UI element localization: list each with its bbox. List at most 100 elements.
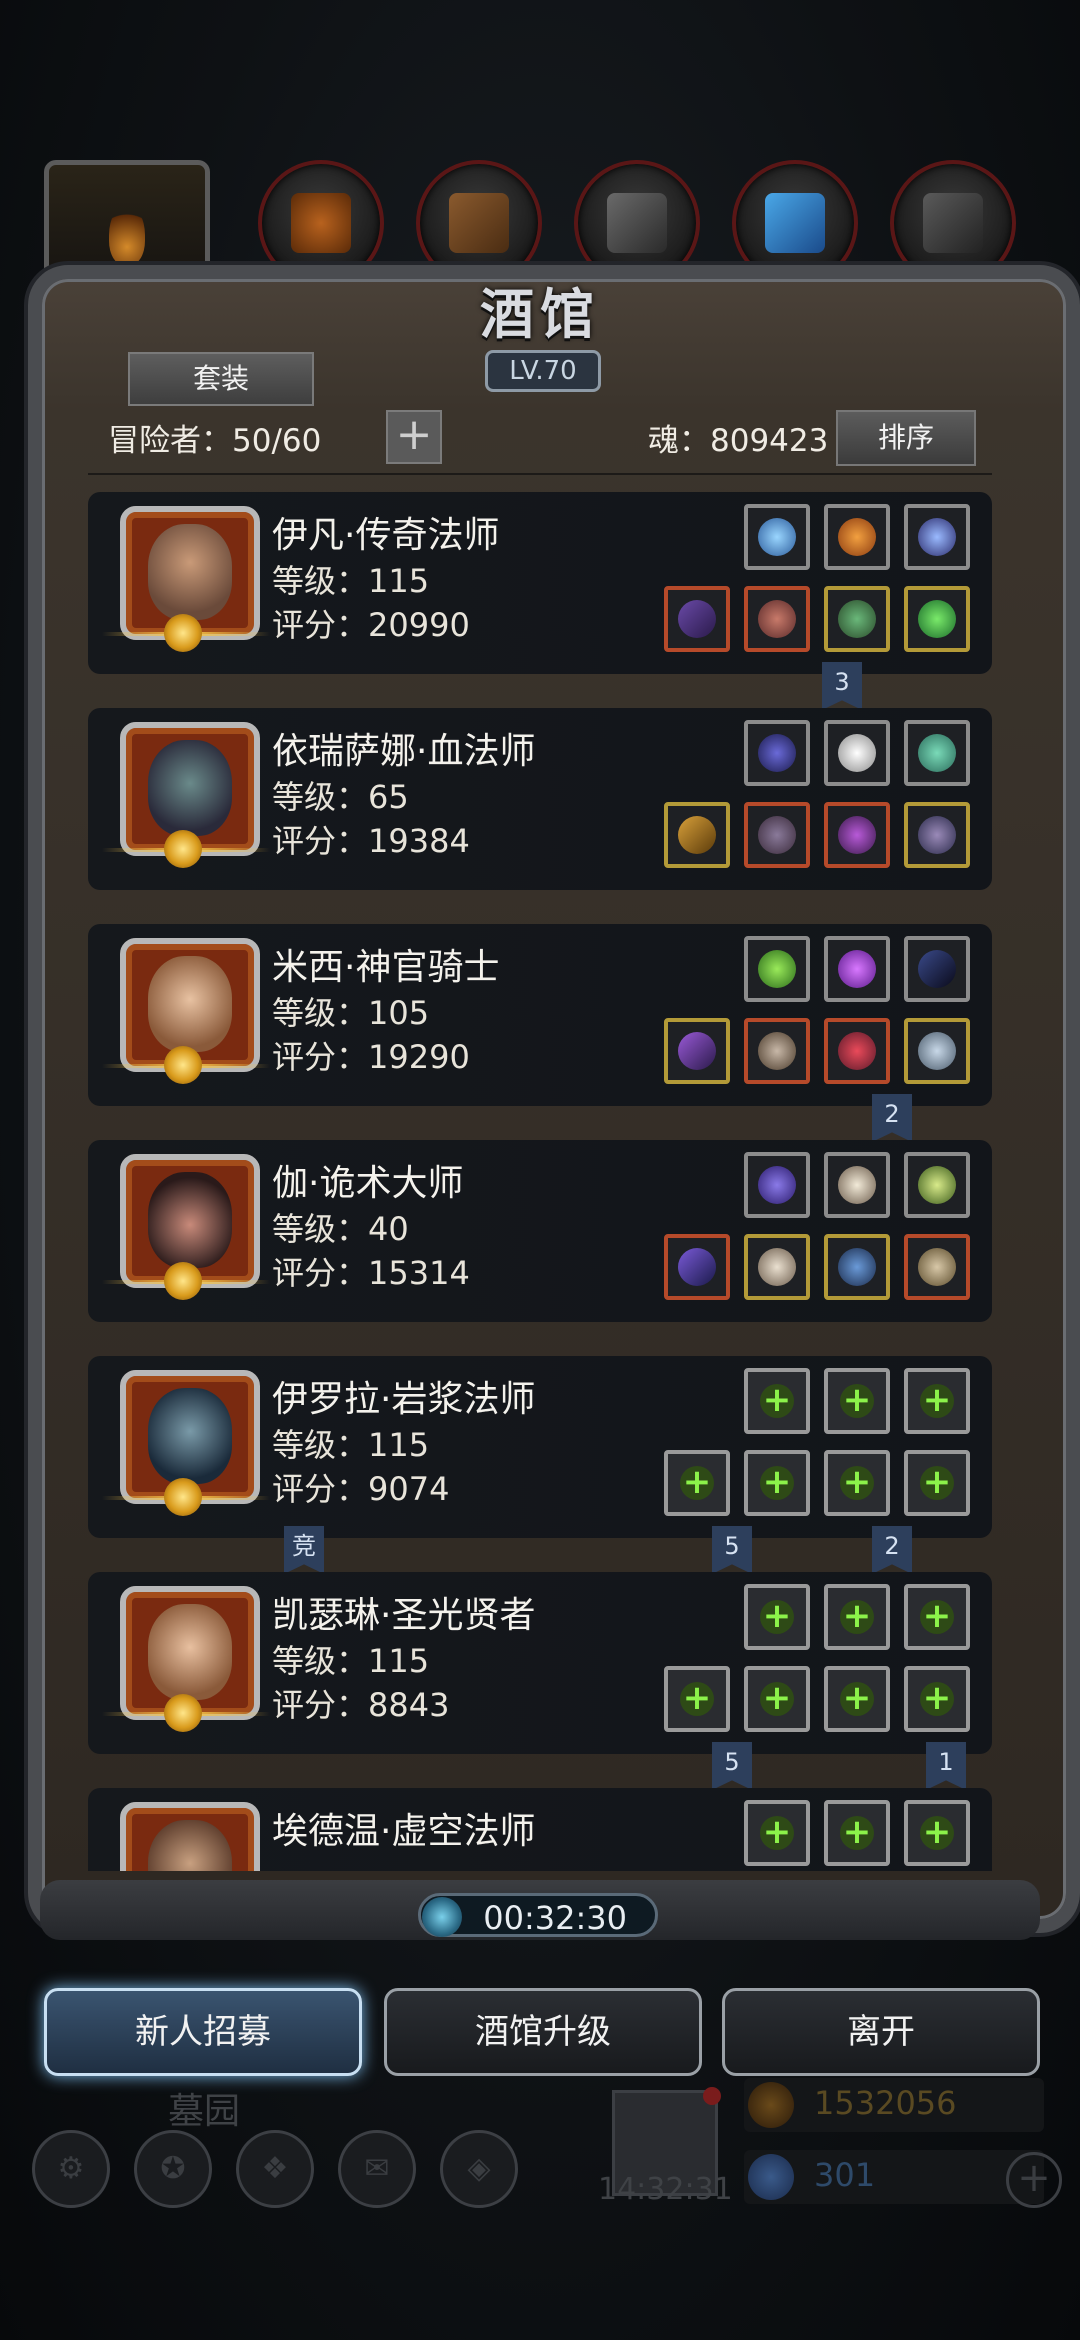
hero-card[interactable]: 埃德温·虚空法师 + + + xyxy=(88,1788,992,1871)
timer-icon xyxy=(422,1897,462,1937)
equipment-slot[interactable] xyxy=(904,936,970,1002)
hero-name: 埃德温·虚空法师 xyxy=(272,1811,536,1852)
equipment-slot[interactable] xyxy=(904,720,970,786)
medal-icon xyxy=(164,1046,202,1084)
hero-score: 评分：15314 xyxy=(272,1254,470,1292)
equipment-slot[interactable] xyxy=(824,936,890,1002)
add-accessory-slot[interactable]: + xyxy=(824,1666,890,1732)
quest-icon[interactable]: ❖ xyxy=(236,2130,314,2208)
add-currency-button[interactable]: + xyxy=(1006,2152,1062,2208)
weapon-slot[interactable] xyxy=(664,802,730,868)
equipment-slot[interactable] xyxy=(824,720,890,786)
hero-name: 伽·诡术大师 xyxy=(272,1163,464,1204)
accessory-slot[interactable] xyxy=(824,802,890,868)
add-equipment-slot[interactable]: + xyxy=(824,1368,890,1434)
add-equipment-slot[interactable]: + xyxy=(744,1584,810,1650)
feather-icon xyxy=(838,734,876,772)
staff-icon xyxy=(678,816,716,854)
accessory-slot[interactable] xyxy=(824,1018,890,1084)
plus-icon: + xyxy=(760,1465,794,1500)
expand-capacity-button[interactable]: + xyxy=(386,410,442,464)
hero-name: 伊凡·传奇法师 xyxy=(272,515,500,556)
equipment-slot[interactable] xyxy=(904,1152,970,1218)
hero-card[interactable]: 依瑞萨娜·血法师 等级：65 评分：19384 xyxy=(88,708,992,890)
add-weapon-slot[interactable]: + xyxy=(664,1666,730,1732)
enhance-ribbon: 3 xyxy=(822,662,862,710)
recruit-button[interactable]: 新人招募 xyxy=(44,1988,362,2076)
hero-score: 评分：20990 xyxy=(272,606,470,644)
panel-title: 酒馆 xyxy=(480,283,600,346)
hero-list[interactable]: 伊凡·传奇法师 等级：115 评分：20990 3 依瑞萨娜·血法师 等级：65… xyxy=(88,488,992,1871)
accessory-slot[interactable] xyxy=(824,1234,890,1300)
armor-slot[interactable] xyxy=(744,1018,810,1084)
medal-icon xyxy=(164,614,202,652)
weapon-slot[interactable] xyxy=(664,1018,730,1084)
add-equipment-slot[interactable]: + xyxy=(744,1368,810,1434)
add-armor-slot[interactable]: + xyxy=(744,1666,810,1732)
equipment-slot[interactable] xyxy=(824,504,890,570)
set-button[interactable]: 套装 xyxy=(128,352,314,406)
add-equipment-slot[interactable]: + xyxy=(904,1584,970,1650)
settings-icon[interactable]: ⚙ xyxy=(32,2130,110,2208)
sort-button[interactable]: 排序 xyxy=(836,410,976,466)
armor-slot[interactable] xyxy=(744,802,810,868)
add-equipment-slot[interactable]: + xyxy=(744,1800,810,1866)
mail-icon[interactable]: ✉ xyxy=(338,2130,416,2208)
add-equipment-slot[interactable]: + xyxy=(904,1800,970,1866)
hero-level: 等级：40 xyxy=(272,1210,409,1248)
shield-icon xyxy=(918,1248,956,1286)
hero-card[interactable]: 米西·神官骑士 等级：105 评分：19290 xyxy=(88,924,992,1106)
iron-icon xyxy=(607,193,667,253)
equipment-slot[interactable] xyxy=(744,720,810,786)
armor-slot[interactable] xyxy=(744,586,810,652)
equipment-slot[interactable] xyxy=(824,1152,890,1218)
add-weapon-slot[interactable]: + xyxy=(664,1450,730,1516)
plus-icon: + xyxy=(920,1465,954,1500)
plus-icon: + xyxy=(840,1383,874,1418)
shop-icon[interactable]: ◈ xyxy=(440,2130,518,2208)
hero-level: 等级：105 xyxy=(272,994,430,1032)
add-accessory-slot[interactable]: + xyxy=(824,1450,890,1516)
hero-name: 米西·神官骑士 xyxy=(272,947,500,988)
hero-level: 等级：115 xyxy=(272,1642,430,1680)
achievement-icon[interactable]: ✪ xyxy=(134,2130,212,2208)
plus-icon: + xyxy=(840,1815,874,1850)
enhance-ribbon: 5 xyxy=(712,1526,752,1574)
hero-level: 等级：115 xyxy=(272,562,430,600)
equipment-slot[interactable] xyxy=(744,936,810,1002)
ring-slot[interactable] xyxy=(904,802,970,868)
hero-card[interactable]: 伽·诡术大师 等级：40 评分：15314 xyxy=(88,1140,992,1322)
equipment-slot[interactable] xyxy=(904,504,970,570)
add-ring-slot[interactable]: + xyxy=(904,1450,970,1516)
add-ring-slot[interactable]: + xyxy=(904,1666,970,1732)
hero-card[interactable]: 凯瑟琳·圣光贤者 等级：115 评分：8843 + + + + + + + xyxy=(88,1572,992,1754)
weapon-slot[interactable] xyxy=(664,1234,730,1300)
ring-slot[interactable] xyxy=(904,1018,970,1084)
ring-slot[interactable] xyxy=(904,1234,970,1300)
adventurer-count: 冒险者：50/60 xyxy=(108,423,322,459)
hero-score: 评分：9074 xyxy=(272,1470,450,1508)
add-equipment-slot[interactable]: + xyxy=(824,1800,890,1866)
staff-icon xyxy=(678,1032,716,1070)
add-equipment-slot[interactable]: + xyxy=(904,1368,970,1434)
add-equipment-slot[interactable]: + xyxy=(824,1584,890,1650)
wand-icon xyxy=(918,950,956,988)
ring-slot[interactable] xyxy=(904,586,970,652)
plus-icon: + xyxy=(760,1599,794,1634)
enhance-ribbon: 2 xyxy=(872,1094,912,1142)
upgrade-tavern-button[interactable]: 酒馆升级 xyxy=(384,1988,702,2076)
equipment-slot[interactable] xyxy=(744,1152,810,1218)
orb-icon xyxy=(758,1166,796,1204)
armor-slot[interactable] xyxy=(744,1234,810,1300)
hero-card[interactable]: 伊凡·传奇法师 等级：115 评分：20990 xyxy=(88,492,992,674)
weapon-slot[interactable] xyxy=(664,586,730,652)
plus-icon: + xyxy=(395,409,433,460)
add-armor-slot[interactable]: + xyxy=(744,1450,810,1516)
ring-icon xyxy=(918,600,956,638)
hero-card[interactable]: 伊罗拉·岩浆法师 等级：115 评分：9074 + + + + + + + xyxy=(88,1356,992,1538)
hero-name: 凯瑟琳·圣光贤者 xyxy=(272,1595,536,1636)
leave-button[interactable]: 离开 xyxy=(722,1988,1040,2076)
accessory-slot[interactable] xyxy=(824,586,890,652)
divider xyxy=(88,473,992,475)
equipment-slot[interactable] xyxy=(744,504,810,570)
